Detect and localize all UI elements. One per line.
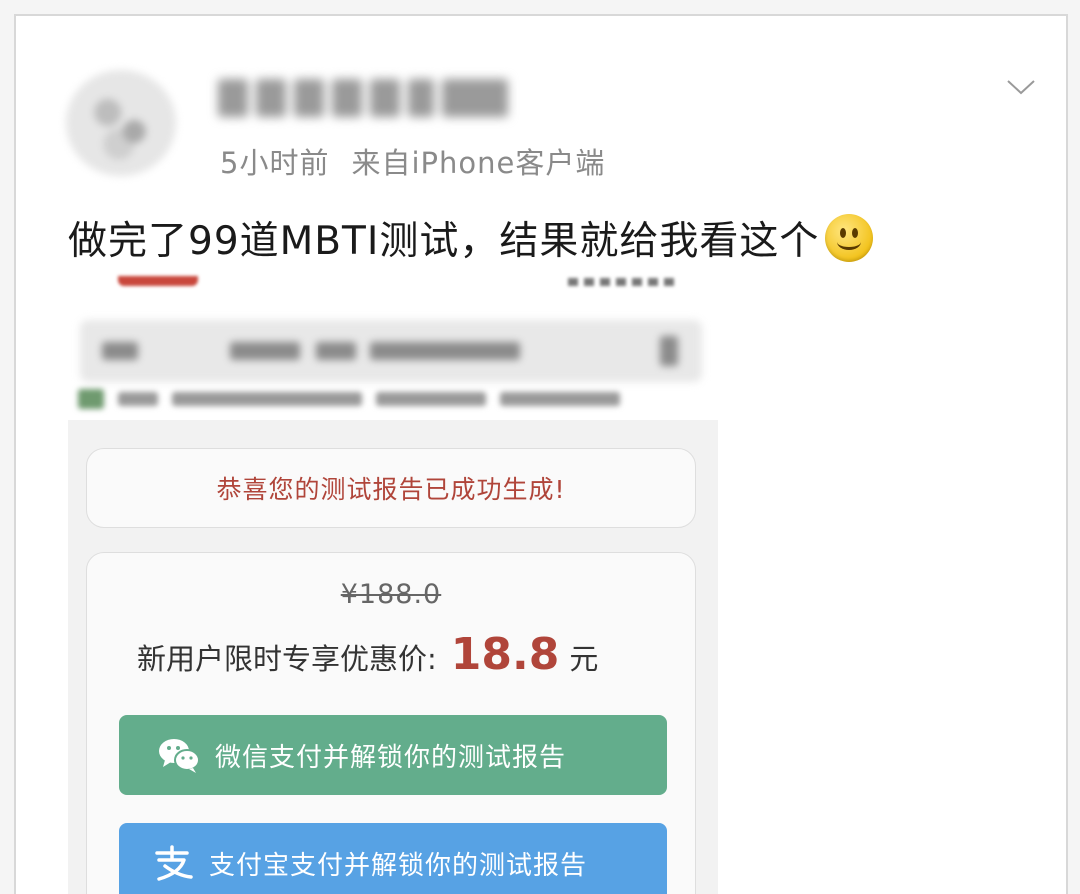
weibo-post-card: 5小时前 来自iPhone客户端 做完了99道MBTI测试，结果就给我看这个 恭… (14, 14, 1068, 894)
post-text: 做完了99道MBTI测试，结果就给我看这个 (68, 219, 820, 264)
chevron-down-icon[interactable] (1006, 72, 1036, 102)
price-card: ¥188.0 新用户限时专享优惠价: 18.8 元 微信支付并解锁你的测试报告 … (86, 552, 696, 894)
embedded-screenshot[interactable]: 恭喜您的测试报告已成功生成! ¥188.0 新用户限时专享优惠价: 18.8 元 (68, 262, 718, 894)
page-title-strip-blurred (78, 386, 698, 412)
alipay-icon (155, 845, 193, 881)
promo-amount: 18.8 (450, 629, 560, 680)
smile-emoji-icon (825, 214, 874, 262)
blurred-block (294, 79, 324, 117)
post-meta: 5小时前 来自iPhone客户端 (220, 140, 605, 182)
post-body: 做完了99道MBTI测试，结果就给我看这个 (68, 210, 874, 266)
blurred-header-accent (118, 276, 198, 286)
blurred-block (218, 79, 248, 117)
congrats-banner: 恭喜您的测试报告已成功生成! (86, 448, 696, 528)
blurred-block (442, 79, 508, 117)
browser-url-bar-blurred (80, 320, 702, 382)
wechat-pay-button[interactable]: 微信支付并解锁你的测试报告 (119, 715, 667, 795)
promo-label: 新用户限时专享优惠价: (137, 642, 437, 676)
report-page: 恭喜您的测试报告已成功生成! ¥188.0 新用户限时专享优惠价: 18.8 元 (68, 420, 718, 894)
avatar[interactable] (66, 70, 176, 176)
blurred-block (256, 79, 286, 117)
blurred-header-marks (568, 278, 680, 286)
promo-price: 新用户限时专享优惠价: 18.8 元 (137, 629, 598, 680)
post-time: 5小时前 (220, 146, 330, 180)
username-blurred[interactable] (218, 74, 508, 122)
post-source[interactable]: 来自iPhone客户端 (351, 140, 605, 182)
wechat-icon (159, 739, 200, 773)
wechat-pay-label: 微信支付并解锁你的测试报告 (215, 742, 567, 773)
blurred-block (370, 79, 400, 117)
blurred-block (332, 79, 362, 117)
promo-unit: 元 (569, 642, 599, 676)
alipay-pay-label: 支付宝支付并解锁你的测试报告 (209, 850, 588, 881)
alipay-pay-button[interactable]: 支付宝支付并解锁你的测试报告 (119, 823, 667, 894)
original-price: ¥188.0 (340, 579, 442, 610)
blurred-block (408, 79, 434, 117)
